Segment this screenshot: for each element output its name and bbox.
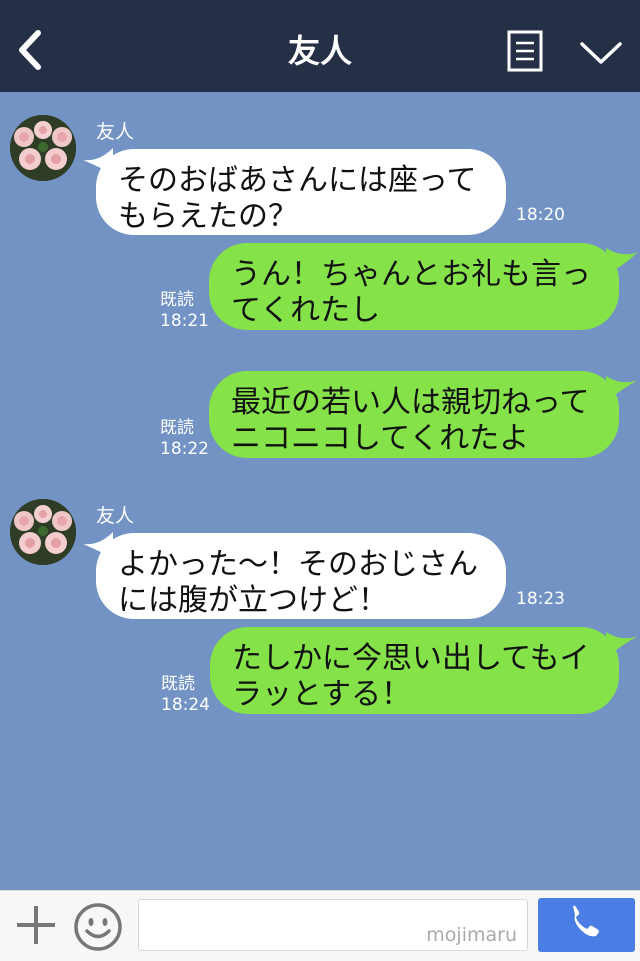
message-line: ニコニコしてくれたよ: [231, 421, 530, 456]
chat-title: 友人: [287, 32, 352, 70]
menu-button[interactable]: [507, 30, 543, 72]
message-time: 18:20: [516, 205, 565, 225]
message-line: もらえたの？: [118, 199, 298, 234]
emoji-button[interactable]: [73, 902, 123, 952]
message-time: 18:22: [160, 439, 209, 459]
sender-name: 友人: [96, 121, 135, 143]
message-bubble[interactable]: うん！ちゃんとお礼も言っ てくれたし: [209, 243, 619, 330]
watermark-text: mojimaru: [426, 924, 517, 946]
message-line: てくれたし: [231, 293, 381, 328]
message-time: 18:24: [161, 695, 210, 715]
message-input[interactable]: mojimaru: [138, 899, 528, 951]
message-bubble[interactable]: たしかに今思い出してもイ ラッとする！: [210, 627, 619, 714]
message-bubble[interactable]: 最近の若い人は親切ねって ニコニコしてくれたよ: [209, 371, 619, 458]
message-time: 18:21: [160, 311, 209, 331]
rose-avatar-image: [10, 499, 76, 565]
read-receipt: 既読: [160, 290, 194, 310]
smiley-icon: [74, 903, 122, 951]
friend-avatar[interactable]: [10, 499, 76, 565]
message-line: たしかに今思い出してもイ: [232, 641, 590, 676]
plus-icon: [17, 906, 55, 944]
sender-name: 友人: [96, 505, 135, 527]
friend-avatar[interactable]: [10, 115, 76, 181]
message-bubble[interactable]: よかった〜！そのおじさん には腹が立つけど！: [96, 533, 506, 619]
message-line: うん！ちゃんとお礼も言っ: [231, 257, 591, 292]
message-line: ラッとする！: [232, 677, 412, 712]
message-line: そのおばあさんには座って: [118, 163, 477, 198]
message-time: 18:23: [516, 589, 565, 609]
message-line: 最近の若い人は親切ねって: [231, 385, 590, 420]
message-line: には腹が立つけど！: [118, 583, 388, 618]
phone-icon: [573, 905, 599, 937]
read-receipt: 既読: [161, 674, 195, 694]
menu-list-icon: [507, 30, 543, 72]
call-button[interactable]: [538, 898, 635, 952]
add-button[interactable]: [15, 904, 57, 946]
read-receipt: 既読: [160, 418, 194, 438]
options-button[interactable]: [578, 38, 624, 68]
input-bar: mojimaru: [0, 890, 640, 961]
chat-header: 友人: [0, 0, 640, 92]
message-bubble[interactable]: そのおばあさんには座って もらえたの？: [96, 149, 506, 235]
rose-avatar-image: [10, 115, 76, 181]
chevron-down-icon: [580, 42, 622, 64]
message-line: よかった〜！そのおじさん: [118, 547, 478, 582]
